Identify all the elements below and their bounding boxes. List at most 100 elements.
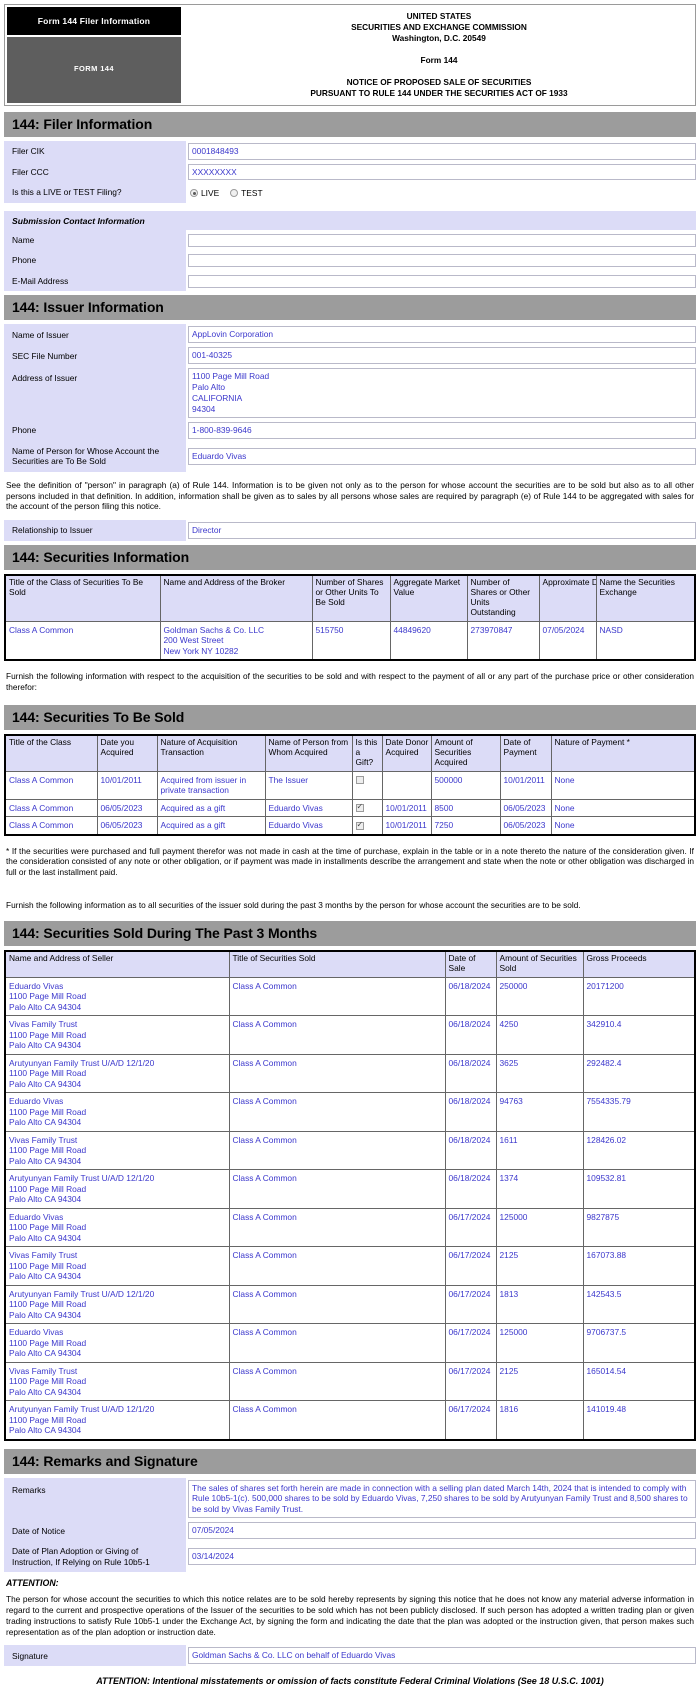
cell-title-of-securities-sold: Class A Common [228,1053,446,1094]
field-row-filer-ccc: Filer CCC XXXXXXXX [4,161,696,183]
filer-information-tab[interactable]: Form 144 Filer Information [7,7,181,35]
input-sec-file-number[interactable]: 001-40325 [188,347,696,365]
attention-body: The person for whose account the securit… [6,1594,694,1637]
cell-is-gift [351,770,383,800]
field-row-live-test: Is this a LIVE or TEST Filing? LIVE TEST [4,182,696,203]
table-row: Arutyunyan Family Trust U/A/D 12/1/20 11… [4,1169,696,1209]
table-securities-information: Title of the Class of Securities To Be S… [4,574,696,662]
input-issuer-phone[interactable]: 1-800-839-9646 [188,422,696,439]
radio-label-live: LIVE [201,187,220,198]
cell-units-to-be-sold: 515750 [311,620,391,661]
checkbox-gift-checked[interactable] [355,820,364,830]
attention-title: ATTENTION: [6,1578,59,1589]
label-sec-file-number: SEC File Number [4,345,186,367]
cell-date-of-sale: 06/18/2024 [444,1015,497,1055]
table-row: Eduardo Vivas 1100 Page Mill Road Palo A… [4,1207,696,1248]
cell-date-acquired: 06/05/2023 [96,816,158,836]
cell-amount-of-securities-sold: 1816 [495,1400,584,1441]
cell-amount-of-securities-sold: 2125 [495,1246,584,1286]
subheading-submission-contact: Submission Contact Information [4,210,696,230]
table-row: Class A Common 10/01/2011 Acquired from is… [4,770,696,800]
cell-date-of-sale: 06/17/2024 [444,1284,497,1325]
table-row: Eduardo Vivas 1100 Page Mill Road Palo A… [4,1323,696,1363]
document-header: Form 144 Filer Information FORM 144 UNIT… [4,4,696,106]
cell-title-of-class: Class A Common [4,816,98,836]
cell-title-of-class: Class A Common [4,770,98,800]
field-row-contact-email: E-Mail Address [4,270,696,292]
table-row: Eduardo Vivas 1100 Page Mill Road Palo A… [4,1092,696,1132]
securities-to-be-sold-body: Class A Common 10/01/2011 Acquired from is… [4,770,696,836]
cell-seller-name-address: Eduardo Vivas 1100 Page Mill Road Palo A… [4,1207,230,1248]
input-contact-phone[interactable] [188,254,696,268]
cell-nature-of-payment: None [550,816,696,836]
input-filer-cik[interactable]: 0001848493 [188,142,696,160]
section-header-securities-information: 144: Securities Information [4,545,696,571]
col-gross-proceeds: Gross Proceeds [582,950,696,978]
input-filer-ccc[interactable]: XXXXXXXX [188,163,696,181]
cell-title-of-securities-sold: Class A Common [228,1092,446,1132]
label-relationship-to-issuer: Relationship to Issuer [4,520,186,542]
input-issuer-address[interactable]: 1100 Page Mill Road Palo Alto CALIFORNIA… [188,368,696,418]
cell-gross-proceeds: 141019.48 [582,1400,696,1441]
cell-date-of-sale: 06/17/2024 [444,1207,497,1248]
checkbox-gift-checked[interactable] [355,802,364,813]
input-account-person[interactable]: Eduardo Vivas [188,447,696,465]
footer-attention-notice: ATTENTION: Intentional misstatements or … [96,1676,604,1687]
section-header-securities-to-be-sold: 144: Securities To Be Sold [4,704,696,730]
input-issuer-name[interactable]: AppLovin Corporation [188,326,696,344]
input-contact-email[interactable] [188,274,696,288]
cell-exchange: NASD [595,620,696,661]
col-title-of-securities-sold: Title of Securities Sold [228,950,446,978]
cell-seller-name-address: Eduardo Vivas 1100 Page Mill Road Palo A… [4,1323,230,1363]
table-row: Arutyunyan Family Trust U/A/D 12/1/20 11… [4,1053,696,1094]
cell-amount-acquired: 8500 [430,798,501,818]
checkbox-gift-unchecked[interactable] [355,776,364,785]
cell-gross-proceeds: 9827875 [582,1207,696,1248]
cell-title-of-securities-sold: Class A Common [228,1284,446,1325]
cell-seller-name-address: Arutyunyan Family Trust U/A/D 12/1/20 11… [4,1400,230,1441]
input-remarks[interactable]: The sales of shares set forth herein are… [188,1479,696,1519]
cell-date-of-sale: 07/05/2024 [538,620,597,661]
col-title-of-class: Title of the Class [4,734,98,772]
col-nature-of-payment: Nature of Payment * [550,734,696,772]
input-plan-adoption-date[interactable]: 03/14/2024 [188,1548,696,1566]
cell-amount-acquired: 500000 [430,770,501,800]
cell-name-from-whom: Eduardo Vivas [264,798,353,818]
header-line-form144: Form 144 [420,54,458,65]
form144-page: Form 144 Filer Information FORM 144 UNIT… [0,0,700,1698]
cell-seller-name-address: Eduardo Vivas 1100 Page Mill Road Palo A… [4,1092,230,1132]
table-row: Arutyunyan Family Trust U/A/D 12/1/20 11… [4,1400,696,1441]
cell-date-of-sale: 06/18/2024 [444,976,497,1017]
field-row-filer-cik: Filer CIK 0001848493 [4,140,696,162]
table-row: Vivas Family Trust 1100 Page Mill Road P… [4,1130,696,1171]
cell-nature-of-acquisition: Acquired from issuer in private transact… [156,770,266,800]
input-relationship-to-issuer[interactable]: Director [188,522,696,540]
cell-donor-date [381,770,432,800]
cell-nature-of-payment: None [550,798,696,818]
cell-seller-name-address: Arutyunyan Family Trust U/A/D 12/1/20 11… [4,1053,230,1094]
cell-gross-proceeds: 165014.54 [582,1361,696,1402]
radio-group-live-test: LIVE TEST [188,185,273,201]
cell-title-of-securities-sold: Class A Common [228,1323,446,1363]
header-line-pursuant: PURSUANT TO RULE 144 UNDER THE SECURITIE… [310,87,568,98]
col-units-outstanding: Number of Shares or Other Units Outstand… [466,574,540,622]
section-header-remarks-and-signature: 144: Remarks and Signature [4,1448,696,1474]
securities-info-body: Class A Common Goldman Sachs & Co. LLC 2… [4,620,696,661]
cell-nature-of-acquisition: Acquired as a gift [156,816,266,836]
input-contact-name[interactable] [188,233,696,247]
cell-gross-proceeds: 9706737.5 [582,1323,696,1363]
radio-live[interactable] [190,188,198,197]
cell-seller-name-address: Eduardo Vivas 1100 Page Mill Road Palo A… [4,976,230,1017]
input-signature[interactable]: Goldman Sachs & Co. LLC on behalf of Edu… [188,1647,696,1665]
cell-title-of-securities-sold: Class A Common [228,1400,446,1441]
radio-test[interactable] [230,188,239,197]
input-date-of-notice[interactable]: 07/05/2024 [188,1522,696,1540]
col-title-of-class: Title of the Class of Securities To Be S… [4,574,161,622]
cell-seller-name-address: Vivas Family Trust 1100 Page Mill Road P… [4,1130,230,1171]
cell-title-of-securities-sold: Class A Common [228,1015,446,1055]
cell-title-of-securities-sold: Class A Common [228,1361,446,1402]
field-row-contact-phone: Phone [4,250,696,271]
cell-amount-of-securities-sold: 4250 [495,1015,584,1055]
cell-date-of-sale: 06/17/2024 [444,1246,497,1286]
label-contact-email: E-Mail Address [4,270,186,292]
